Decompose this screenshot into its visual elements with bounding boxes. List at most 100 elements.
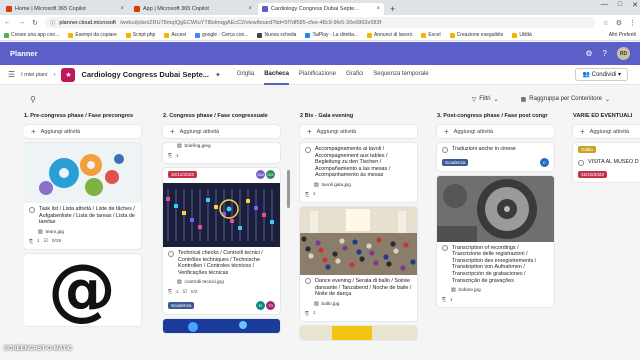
task-title-row: Technical checks / Controlli tecnici / C…: [168, 250, 275, 276]
attachment-row[interactable]: ▧ bobine.jpg: [437, 287, 554, 295]
browser-menu-icon[interactable]: ⋮: [629, 19, 636, 27]
card-body: Accompagnamento ai tavoli / Accompagneme…: [300, 143, 417, 182]
group-by-button[interactable]: ▦ Raggruppa per Contenitore ⌄: [521, 96, 610, 103]
task-title[interactable]: Transcription of recordings / Trascrizio…: [452, 245, 549, 285]
complete-checkbox[interactable]: [305, 278, 311, 285]
bookmark-item[interactable]: Excel: [421, 32, 441, 38]
task-card[interactable]: 10/11/2023 GM GG Technical checks / Control…: [163, 168, 280, 315]
add-task-button[interactable]: + Aggiungi attività: [437, 125, 554, 138]
attachment-count: 1: [36, 239, 40, 245]
close-tab-icon[interactable]: ×: [120, 6, 124, 12]
task-card[interactable]: @: [24, 253, 141, 326]
pin-icon[interactable]: ✦: [215, 71, 221, 79]
bucket-title[interactable]: 2 Bis - Gala evening: [300, 113, 417, 120]
assignee-avatar[interactable]: EI: [256, 301, 265, 311]
task-title[interactable]: Traduzioni anche in cinese: [452, 146, 516, 153]
bookmark-item[interactable]: Accesi: [164, 32, 186, 38]
task-card[interactable]: Traduzioni anche in cinese Scadenza E: [437, 143, 554, 171]
tab-sequenza-temporale[interactable]: Sequenza temporale: [373, 65, 428, 85]
my-plans-link[interactable]: I miei piani: [21, 72, 47, 78]
complete-checkbox[interactable]: [168, 250, 174, 257]
browser-tab[interactable]: Home | Microsoft 365 Copilot ×: [2, 3, 128, 15]
task-title[interactable]: Dance evening / Serata di ballo / Soirée…: [315, 278, 412, 298]
tab-bacheca[interactable]: Bacheca: [264, 65, 289, 85]
add-task-button[interactable]: + Aggiungi attività: [163, 125, 280, 138]
task-card[interactable]: Task list / Lista attività / Liste de tâ…: [24, 143, 141, 249]
bucket-title[interactable]: VARIE ED EVENTUALI: [573, 113, 640, 120]
task-title[interactable]: Technical checks / Controlli tecnici / C…: [178, 250, 275, 276]
close-tab-icon[interactable]: ×: [376, 6, 380, 12]
close-tab-icon[interactable]: ×: [248, 6, 252, 12]
task-title[interactable]: Accompagnamento ai tavoli / Accompagneme…: [315, 146, 412, 179]
assignee-avatar[interactable]: GG: [266, 170, 275, 179]
attachment-count: 1: [312, 192, 316, 198]
assignee-avatar[interactable]: E: [540, 157, 549, 167]
tab-pianificazione[interactable]: Pianificazione: [299, 65, 336, 85]
bookmark-item[interactable]: Creare una app con...: [4, 32, 59, 38]
bookmark-item[interactable]: Creazione eseguibile: [449, 32, 503, 38]
task-card[interactable]: Transcription of recordings / Trascrizio…: [437, 175, 554, 308]
url-field[interactable]: ⓘ planner.cloud.microsoft/webui/plan/ZRU…: [44, 17, 596, 28]
new-tab-button[interactable]: +: [386, 3, 399, 15]
bookmark-item[interactable]: Annunci di lavoro: [367, 32, 412, 38]
complete-checkbox[interactable]: [305, 146, 311, 153]
column-scrollbar[interactable]: [287, 170, 290, 208]
bucket-title[interactable]: 2. Congress phase / Fase congressuale: [163, 113, 280, 120]
complete-checkbox[interactable]: [442, 146, 448, 153]
extensions-icon[interactable]: ⚙: [616, 19, 622, 27]
browser-tab[interactable]: App | Microsoft 365 Copilot ×: [130, 3, 256, 15]
task-card[interactable]: [163, 319, 280, 334]
complete-checkbox[interactable]: [578, 159, 584, 166]
attachment-row[interactable]: ▧ team.jpg: [24, 229, 141, 237]
task-card[interactable]: ▧ briefing.jpeg ⎘ 1: [163, 143, 280, 163]
add-task-label: Aggiungi attività: [40, 128, 81, 135]
complete-checkbox[interactable]: [29, 206, 35, 213]
bookmark-item[interactable]: Script php: [125, 32, 155, 38]
tab-griglia[interactable]: Griglia: [237, 65, 254, 85]
task-title[interactable]: Task list / Lista attività / Liste de tâ…: [39, 206, 136, 226]
add-task-button[interactable]: + Aggiungi attività: [573, 125, 640, 138]
reload-icon[interactable]: ↻: [32, 19, 38, 27]
bookmark-item[interactable]: Esempi da copiare: [68, 32, 117, 38]
complete-checkbox[interactable]: [442, 245, 448, 252]
bucket-title[interactable]: 1. Pre-congress phase / Fase precongres: [24, 113, 141, 120]
attachment-row[interactable]: ▧ tavoli gala.jpg: [300, 182, 417, 190]
image-file-icon: ▧: [177, 144, 182, 149]
task-card[interactable]: Gialla VISITA AL MUSEO D 15/10/2023: [573, 143, 640, 182]
close-window-icon[interactable]: ✕: [632, 1, 638, 9]
assignee-avatar[interactable]: TS: [266, 301, 275, 311]
tab-grafici[interactable]: Grafici: [346, 65, 363, 85]
attachment-row[interactable]: ▧ ballo.jpg: [300, 301, 417, 309]
site-info-icon[interactable]: ⓘ: [50, 19, 56, 27]
assignee-avatar[interactable]: GM: [256, 170, 265, 179]
address-bar: ← → ↻ ⓘ planner.cloud.microsoft/webui/pl…: [0, 15, 640, 30]
bookmark-item[interactable]: Utilità: [512, 32, 532, 38]
filter-button[interactable]: ▽ Filtri ⌄: [472, 96, 499, 103]
bookmark-item[interactable]: Nuova scheda: [257, 32, 296, 38]
settings-icon[interactable]: ⚙: [585, 49, 592, 58]
task-title[interactable]: VISITA AL MUSEO D: [588, 159, 639, 166]
hamburger-menu-icon[interactable]: ☰: [8, 70, 15, 79]
plan-title[interactable]: Cardiology Congress Dubai Septe...: [81, 70, 209, 79]
share-button[interactable]: 👥 Condividi ▾: [575, 68, 628, 81]
maximize-icon[interactable]: □: [618, 1, 622, 9]
forward-icon[interactable]: →: [18, 19, 25, 26]
minimize-icon[interactable]: —: [601, 1, 608, 9]
add-task-button[interactable]: + Aggiungi attività: [300, 125, 417, 138]
help-icon[interactable]: ?: [603, 49, 607, 58]
search-icon[interactable]: ⚲: [30, 95, 36, 104]
task-card[interactable]: [300, 325, 417, 340]
bookmark-item[interactable]: google - Cerca con...: [195, 32, 248, 38]
browser-tab[interactable]: Cardiology Congress Dubai Septe... ×: [258, 3, 384, 15]
task-card[interactable]: Dance evening / Serata di ballo / Soirée…: [300, 206, 417, 321]
star-icon[interactable]: ☆: [602, 19, 608, 27]
user-avatar[interactable]: RD: [617, 47, 630, 60]
attachment-row[interactable]: ▧ briefing.jpeg: [163, 143, 280, 151]
bucket-title[interactable]: 3. Post-congress phase / Fase post congr: [437, 113, 554, 120]
add-task-button[interactable]: + Aggiungi attività: [24, 125, 141, 138]
other-bookmarks[interactable]: Altri Preferiti: [609, 32, 636, 38]
back-icon[interactable]: ←: [4, 19, 11, 26]
attachment-row[interactable]: ▧ controlli tecnici.jpg: [163, 279, 280, 287]
task-card[interactable]: Accompagnamento ai tavoli / Accompagneme…: [300, 143, 417, 202]
bookmark-item[interactable]: TaiPlay - La diretta...: [305, 32, 358, 38]
